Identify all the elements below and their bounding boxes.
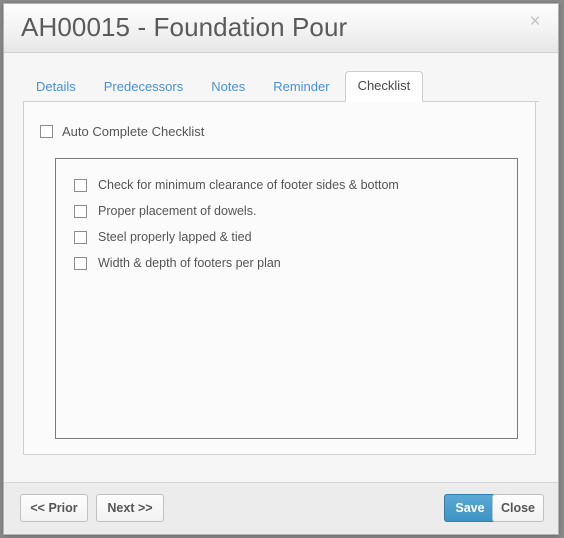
checklist-item-checkbox[interactable] [74, 230, 87, 244]
tab-notes[interactable]: Notes [198, 72, 258, 102]
dialog-body: Details Predecessors Notes Reminder Chec… [4, 53, 558, 482]
checklist-item-checkbox[interactable] [74, 204, 87, 218]
tab-bar: Details Predecessors Notes Reminder Chec… [23, 71, 539, 102]
checklist-item-label: Width & depth of footers per plan [98, 256, 281, 270]
page-title: AH00015 - Foundation Pour [21, 12, 348, 42]
list-item[interactable]: Proper placement of dowels. [74, 203, 517, 219]
list-item[interactable]: Width & depth of footers per plan [74, 255, 517, 271]
checklist-item-checkbox[interactable] [74, 256, 87, 270]
checklist-item-label: Check for minimum clearance of footer si… [98, 178, 399, 192]
checklist-item-label: Proper placement of dowels. [98, 204, 257, 218]
list-item[interactable]: Steel properly lapped & tied [74, 229, 517, 245]
auto-complete-label: Auto Complete Checklist [62, 124, 205, 139]
checklist-item-checkbox[interactable] [74, 178, 87, 192]
close-button[interactable]: Close [492, 494, 544, 522]
tab-predecessors[interactable]: Predecessors [91, 72, 196, 102]
next-button[interactable]: Next >> [96, 494, 164, 522]
dialog-footer: << Prior Next >> Save Close [4, 482, 558, 534]
auto-complete-checklist-row: Auto Complete Checklist [40, 124, 204, 139]
task-detail-dialog: AH00015 - Foundation Pour × Details Pred… [3, 3, 559, 535]
auto-complete-checkbox[interactable] [40, 125, 53, 138]
checklist-items-box: Check for minimum clearance of footer si… [55, 158, 518, 439]
close-icon[interactable]: × [525, 12, 545, 32]
prior-button[interactable]: << Prior [20, 494, 88, 522]
tab-details[interactable]: Details [23, 72, 89, 102]
dialog-header: AH00015 - Foundation Pour × [4, 4, 558, 53]
checklist-item-label: Steel properly lapped & tied [98, 230, 252, 244]
checklist-panel: Auto Complete Checklist Check for minimu… [23, 102, 536, 455]
tab-checklist[interactable]: Checklist [344, 71, 424, 102]
tab-reminder[interactable]: Reminder [260, 72, 342, 102]
list-item[interactable]: Check for minimum clearance of footer si… [74, 177, 517, 193]
save-button[interactable]: Save [444, 494, 496, 522]
